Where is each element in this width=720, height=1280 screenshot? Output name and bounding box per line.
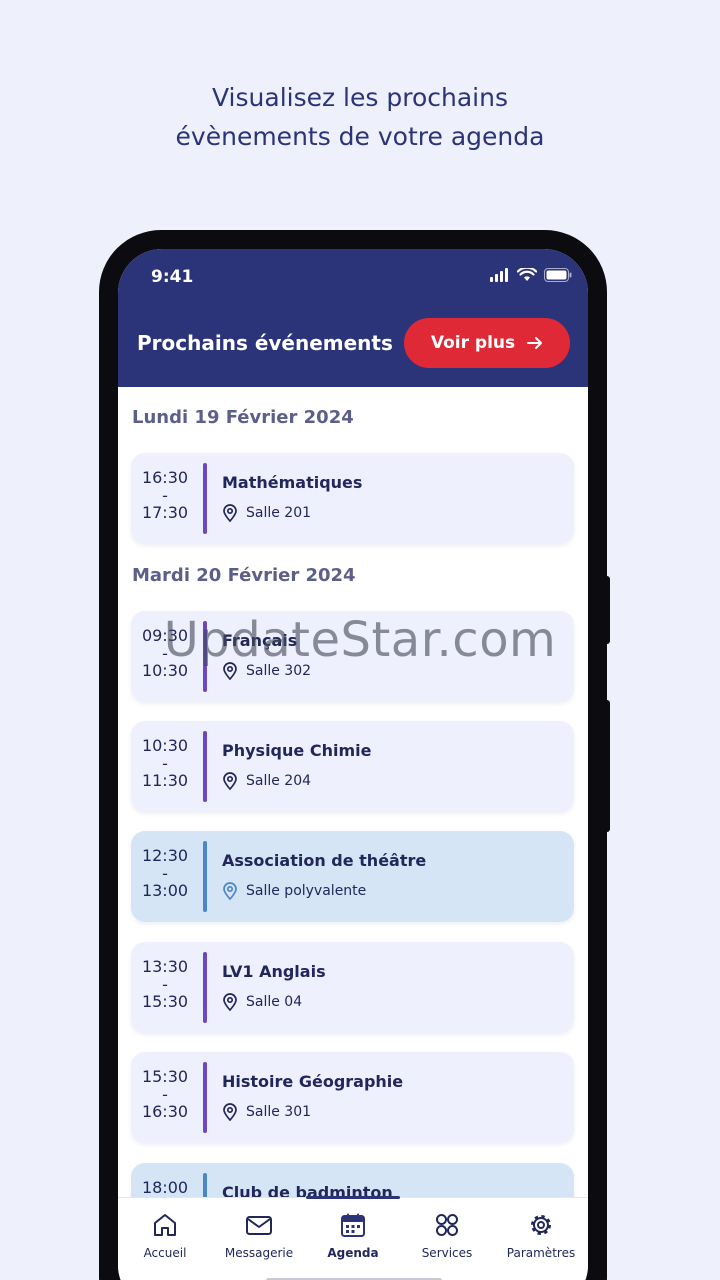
- location-pin-icon: [223, 1103, 237, 1121]
- phone-screen: 9:41 Prochains événements Voir plus Lund…: [118, 249, 588, 1280]
- event-color-bar: [203, 731, 207, 802]
- event-card[interactable]: 16:30 - 17:30 Mathématiques Salle 201: [131, 453, 574, 544]
- event-room: Salle polyvalente: [222, 882, 366, 900]
- event-end-time: 16:30: [141, 1102, 189, 1121]
- nav-label: Agenda: [327, 1246, 379, 1260]
- event-start-time: 18:00: [141, 1178, 189, 1197]
- event-time-separator: -: [162, 863, 168, 883]
- event-start-time: 13:30: [141, 957, 189, 976]
- event-color-bar: [203, 463, 207, 534]
- headline: Visualisez les prochains évènements de v…: [0, 78, 720, 156]
- nav-label: Paramètres: [506, 1246, 576, 1260]
- event-time-separator: -: [162, 485, 168, 505]
- page-title: Prochains événements: [137, 331, 393, 355]
- event-time: 10:30 - 11:30: [131, 737, 199, 790]
- event-time: 16:30 - 17:30: [131, 469, 199, 522]
- event-color-bar: [203, 841, 207, 912]
- nav-label: Accueil: [143, 1246, 187, 1260]
- watermark: UpdateStar.com: [163, 612, 557, 668]
- event-end-time: 11:30: [141, 771, 189, 790]
- status-time: 9:41: [151, 267, 194, 287]
- event-card[interactable]: 15:30 - 16:30 Histoire Géographie Salle …: [131, 1052, 574, 1143]
- event-room: Salle 204: [222, 772, 311, 790]
- event-room-label: Salle 201: [246, 505, 312, 521]
- battery-icon: [544, 268, 572, 282]
- voir-plus-button[interactable]: Voir plus: [404, 318, 570, 368]
- location-pin-icon: [223, 993, 237, 1011]
- event-card[interactable]: 12:30 - 13:00 Association de théâtre Sal…: [131, 831, 574, 922]
- nav-item-agenda[interactable]: Agenda: [306, 1198, 400, 1278]
- events-list: Lundi 19 Février 2024 16:30 - 17:30 Math…: [118, 387, 588, 1254]
- event-subject: Physique Chimie: [222, 741, 372, 760]
- location-pin-icon: [223, 772, 237, 790]
- event-time-separator: -: [162, 1084, 168, 1104]
- event-end-time: 17:30: [141, 503, 189, 522]
- event-room-label: Salle 204: [246, 773, 312, 789]
- event-end-time: 15:30: [141, 992, 189, 1011]
- app-header: 9:41 Prochains événements Voir plus: [118, 249, 588, 387]
- event-start-time: 12:30: [141, 846, 189, 865]
- event-end-time: 13:00: [141, 881, 189, 900]
- event-time-separator: -: [162, 974, 168, 994]
- nav-item-accueil[interactable]: Accueil: [118, 1198, 212, 1278]
- event-start-time: 15:30: [141, 1067, 189, 1086]
- event-card[interactable]: 13:30 - 15:30 LV1 Anglais Salle 04: [131, 942, 574, 1033]
- home-icon: [154, 1214, 176, 1236]
- event-room: Salle 201: [222, 504, 311, 522]
- event-room-label: Salle 04: [246, 994, 303, 1010]
- location-pin-icon: [223, 882, 237, 900]
- event-room: Salle 04: [222, 993, 302, 1011]
- event-card[interactable]: 10:30 - 11:30 Physique Chimie Salle 204: [131, 721, 574, 812]
- event-subject: Mathématiques: [222, 473, 363, 492]
- event-subject: Association de théâtre: [222, 851, 427, 870]
- day-heading: Mardi 20 Février 2024: [132, 565, 356, 586]
- nav-item-messagerie[interactable]: Messagerie: [212, 1198, 306, 1278]
- headline-line-2: évènements de votre agenda: [175, 122, 545, 151]
- event-start-time: 10:30: [141, 736, 189, 755]
- event-time: 18:00: [131, 1179, 199, 1197]
- nav-item-parametres[interactable]: Paramètres: [494, 1198, 588, 1278]
- bottom-navigation: Accueil Messagerie Agenda Services Param…: [118, 1196, 588, 1280]
- phone-side-button: [603, 700, 610, 832]
- voir-plus-label: Voir plus: [430, 333, 516, 353]
- wifi-icon: [517, 268, 537, 281]
- status-icons: [490, 268, 572, 282]
- nav-label: Messagerie: [224, 1246, 294, 1260]
- event-subject: Histoire Géographie: [222, 1072, 404, 1091]
- event-time: 15:30 - 16:30: [131, 1068, 199, 1121]
- event-room-label: Salle 301: [246, 1104, 312, 1120]
- event-time-separator: -: [162, 753, 168, 773]
- day-heading: Lundi 19 Février 2024: [132, 407, 354, 428]
- grid-icon: [436, 1214, 458, 1236]
- event-color-bar: [203, 1062, 207, 1133]
- mail-icon: [246, 1216, 272, 1235]
- gear-icon: [531, 1215, 551, 1235]
- nav-label: Services: [421, 1246, 473, 1260]
- event-time: 13:30 - 15:30: [131, 958, 199, 1011]
- event-color-bar: [203, 952, 207, 1023]
- calendar-icon: [341, 1213, 365, 1237]
- arrow-right-icon: [527, 337, 543, 349]
- location-pin-icon: [223, 504, 237, 522]
- event-room: Salle 301: [222, 1103, 311, 1121]
- event-subject: LV1 Anglais: [222, 962, 326, 981]
- event-start-time: 16:30: [141, 468, 189, 487]
- headline-line-1: Visualisez les prochains: [212, 83, 508, 112]
- signal-icon: [490, 268, 508, 282]
- event-room-label: Salle polyvalente: [246, 883, 367, 899]
- event-time: 12:30 - 13:00: [131, 847, 199, 900]
- nav-item-services[interactable]: Services: [400, 1198, 494, 1278]
